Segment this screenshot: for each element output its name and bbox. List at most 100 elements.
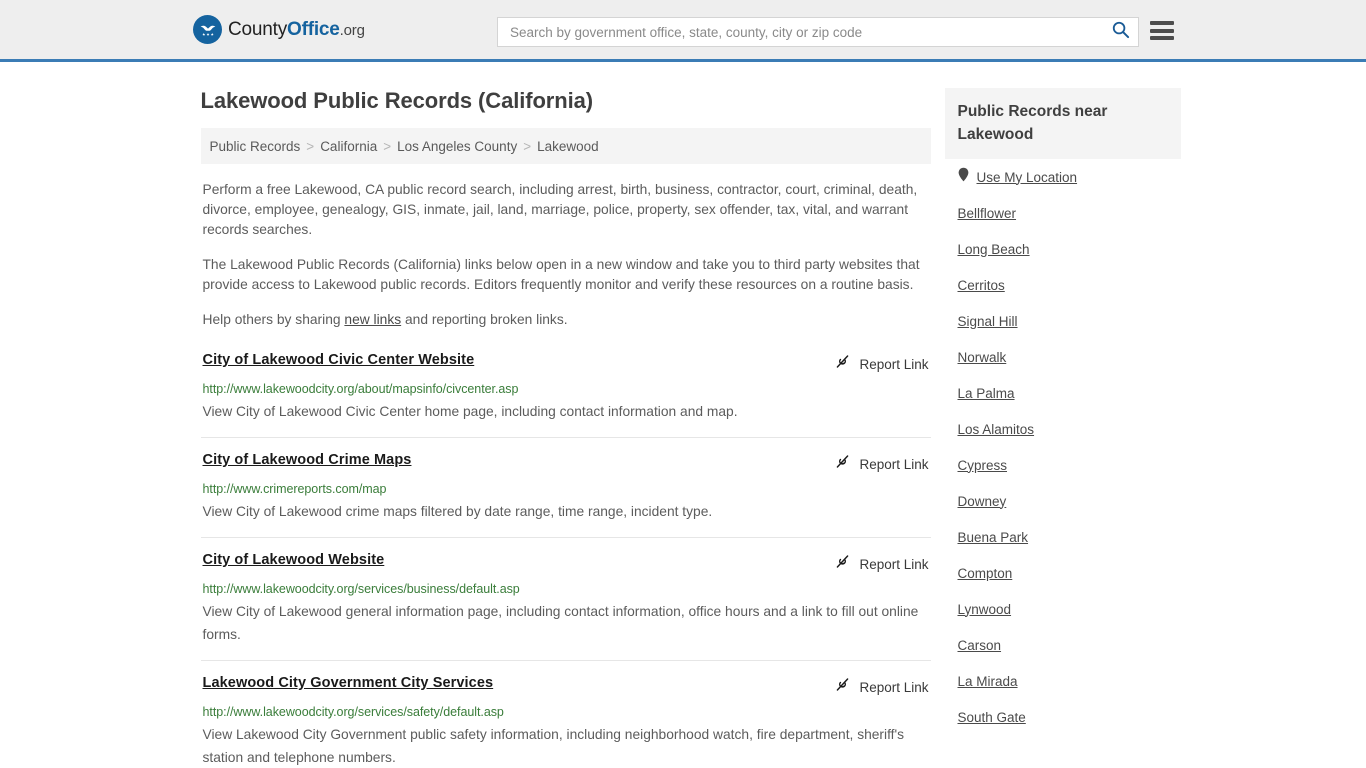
nearby-link[interactable]: Cerritos <box>958 278 1005 293</box>
intro-paragraph-2: The Lakewood Public Records (California)… <box>202 257 920 292</box>
nearby-link[interactable]: Compton <box>958 566 1013 581</box>
sidebar-item-carson[interactable]: Carson <box>945 627 1181 663</box>
nearby-link[interactable]: Bellflower <box>958 206 1017 221</box>
breadcrumb-item-public-records[interactable]: Public Records <box>210 139 301 154</box>
result-title-link[interactable]: City of Lakewood Crime Maps <box>203 452 412 468</box>
hamburger-bar <box>1150 36 1174 40</box>
result-title-link[interactable]: Lakewood City Government City Services <box>203 675 494 691</box>
page-title: Lakewood Public Records (California) <box>200 88 594 113</box>
search-input[interactable] <box>508 23 1111 41</box>
logo-text-office: Office <box>287 18 340 40</box>
map-pin-icon <box>958 167 969 187</box>
broken-link-icon <box>834 353 851 375</box>
logo-text-county: County <box>228 18 288 40</box>
site-logo[interactable]: CountyOffice.org <box>193 15 365 44</box>
report-link-button[interactable]: Report Link <box>834 352 929 375</box>
sidebar-item-norwalk[interactable]: Norwalk <box>945 339 1181 375</box>
broken-link-icon <box>834 453 851 475</box>
eagle-shield-icon <box>193 15 222 44</box>
sidebar-item-signal-hill[interactable]: Signal Hill <box>945 303 1181 339</box>
result-title-link[interactable]: City of Lakewood Website <box>203 552 385 568</box>
report-link-button[interactable]: Report Link <box>834 675 929 698</box>
report-link-label: Report Link <box>859 679 929 695</box>
result-header: City of Lakewood Civic Center Website Re… <box>203 352 929 375</box>
sidebar-item-long-beach[interactable]: Long Beach <box>945 231 1181 267</box>
breadcrumb: Public Records > California > Los Angele… <box>200 128 931 164</box>
sidebar: Public Records near Lakewood Use My Loca… <box>944 62 1181 735</box>
logo-wordmark: CountyOffice.org <box>228 19 365 41</box>
sidebar-heading: Public Records near Lakewood <box>944 88 1181 159</box>
nearby-link[interactable]: Los Alamitos <box>958 422 1035 437</box>
breadcrumb-item-lakewood[interactable]: Lakewood <box>537 139 599 154</box>
report-link-button[interactable]: Report Link <box>834 452 929 475</box>
result-url[interactable]: http://www.lakewoodcity.org/services/bus… <box>203 582 929 596</box>
main-column: Lakewood Public Records (California) Pub… <box>200 62 931 768</box>
report-link-label: Report Link <box>859 356 929 372</box>
breadcrumb-item-los-angeles-county[interactable]: Los Angeles County <box>397 139 517 154</box>
breadcrumb-separator: > <box>383 138 392 154</box>
report-link-button[interactable]: Report Link <box>834 552 929 575</box>
result-description: View City of Lakewood general informatio… <box>202 604 919 642</box>
result-description: View City of Lakewood Civic Center home … <box>202 404 738 419</box>
new-links-link[interactable]: new links <box>344 312 401 327</box>
sidebar-item-lynwood[interactable]: Lynwood <box>945 591 1181 627</box>
result-title-link[interactable]: City of Lakewood Civic Center Website <box>203 352 475 368</box>
hamburger-bar <box>1150 28 1174 33</box>
sidebar-item-compton[interactable]: Compton <box>945 555 1181 591</box>
nearby-link[interactable]: La Mirada <box>958 674 1018 689</box>
breadcrumb-item-california[interactable]: California <box>320 139 377 154</box>
result-url[interactable]: http://www.crimereports.com/map <box>203 482 929 496</box>
result-item: Lakewood City Government City Services R… <box>201 661 931 768</box>
broken-link-icon <box>834 553 851 575</box>
search-box[interactable] <box>497 17 1139 47</box>
search-icon[interactable] <box>1111 20 1130 44</box>
content-container: Lakewood Public Records (California) Pub… <box>191 62 1181 768</box>
result-url[interactable]: http://www.lakewoodcity.org/services/saf… <box>203 705 929 719</box>
nearby-link[interactable]: Norwalk <box>958 350 1007 365</box>
nearby-link[interactable]: Carson <box>958 638 1002 653</box>
site-header: CountyOffice.org <box>0 0 1366 62</box>
nearby-link[interactable]: Downey <box>958 494 1007 509</box>
nearby-link[interactable]: Lynwood <box>958 602 1012 617</box>
help-suffix: and reporting broken links. <box>401 312 568 327</box>
breadcrumb-separator: > <box>306 138 315 154</box>
hamburger-bar <box>1150 21 1174 25</box>
nearby-link[interactable]: La Palma <box>958 386 1015 401</box>
help-prefix: Help others by sharing <box>202 312 345 327</box>
sidebar-item-cypress[interactable]: Cypress <box>945 447 1181 483</box>
result-url[interactable]: http://www.lakewoodcity.org/about/mapsin… <box>203 382 929 396</box>
sidebar-item-cerritos[interactable]: Cerritos <box>945 267 1181 303</box>
sidebar-item-la-mirada[interactable]: La Mirada <box>945 663 1181 699</box>
nearby-link[interactable]: South Gate <box>958 710 1026 725</box>
search-area <box>497 17 1139 47</box>
nearby-link[interactable]: Cypress <box>958 458 1008 473</box>
sidebar-item-use-my-location[interactable]: Use My Location <box>945 159 1181 195</box>
sidebar-item-downey[interactable]: Downey <box>945 483 1181 519</box>
sidebar-nearby-list: Use My Location Bellflower Long Beach Ce… <box>945 159 1181 735</box>
sidebar-item-los-alamitos[interactable]: Los Alamitos <box>945 411 1181 447</box>
hamburger-menu-icon[interactable] <box>1150 21 1174 40</box>
result-item: City of Lakewood Civic Center Website Re… <box>200 352 931 438</box>
breadcrumb-separator: > <box>523 138 532 154</box>
intro-paragraph-1: Perform a free Lakewood, CA public recor… <box>202 182 918 237</box>
result-header: Lakewood City Government City Services R… <box>203 675 929 698</box>
help-paragraph: Help others by sharing new links and rep… <box>201 310 931 330</box>
nearby-link[interactable]: Buena Park <box>958 530 1029 545</box>
logo-text-org: .org <box>339 21 365 39</box>
sidebar-item-south-gate[interactable]: South Gate <box>945 699 1181 735</box>
result-header: City of Lakewood Website Report Link <box>203 552 929 575</box>
broken-link-icon <box>834 676 851 698</box>
result-item: City of Lakewood Website Report Link htt… <box>200 538 931 661</box>
results-list: City of Lakewood Civic Center Website Re… <box>200 352 931 768</box>
result-header: City of Lakewood Crime Maps Report Link <box>203 452 929 475</box>
nearby-link[interactable]: Long Beach <box>958 242 1030 257</box>
sidebar-item-buena-park[interactable]: Buena Park <box>945 519 1181 555</box>
sidebar-item-la-palma[interactable]: La Palma <box>945 375 1181 411</box>
result-description: View Lakewood City Government public saf… <box>202 727 905 765</box>
nearby-link[interactable]: Signal Hill <box>958 314 1018 329</box>
use-my-location-link[interactable]: Use My Location <box>977 170 1078 185</box>
page-body: Lakewood Public Records (California) Pub… <box>0 62 1366 768</box>
sidebar-item-bellflower[interactable]: Bellflower <box>945 195 1181 231</box>
report-link-label: Report Link <box>859 556 929 572</box>
result-description: View City of Lakewood crime maps filtere… <box>202 504 713 519</box>
